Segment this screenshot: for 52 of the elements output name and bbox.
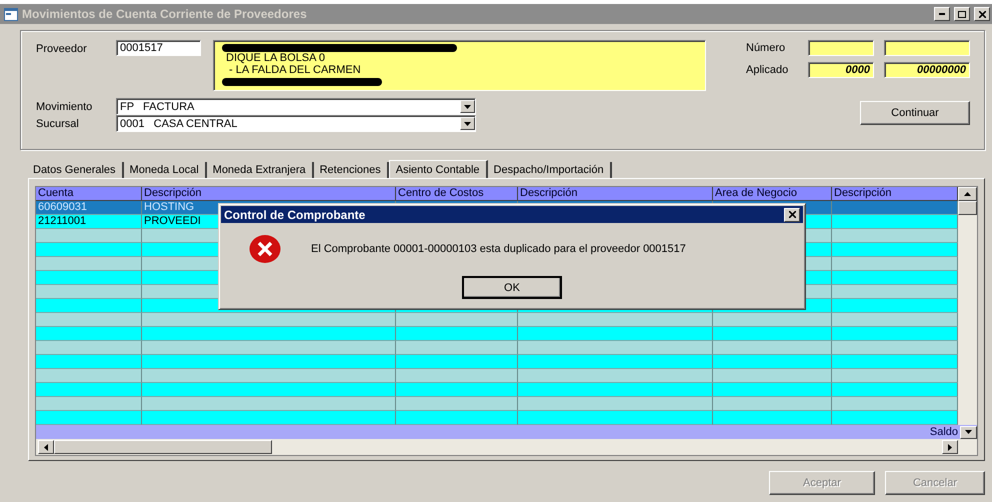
window-title: Movimientos de Cuenta Corriente de Proveedores [22, 7, 308, 21]
dropdown-arrow-icon [464, 122, 471, 126]
column-header[interactable]: Cuenta [36, 187, 142, 201]
field-label: Sucursal [36, 117, 80, 130]
column-header[interactable]: Descripción [518, 187, 713, 201]
column-header[interactable]: Centro de Costos [396, 187, 518, 201]
tab[interactable]: Moneda Extranjera [206, 162, 314, 178]
table-cell: 21211001 [36, 215, 142, 229]
number-field[interactable] [884, 40, 970, 56]
field-label: Movimiento [36, 100, 94, 113]
error-message: El Comprobante 00001-00000103 esta duplicado para el proveedor 0001517 [311, 243, 686, 255]
scroll-up-button[interactable] [958, 187, 977, 201]
tab[interactable]: Retenciones [314, 162, 389, 178]
dropdown-arrow-icon [965, 430, 972, 434]
maximize-icon [958, 10, 966, 18]
supplier-code-field[interactable]: 0001517 [116, 40, 201, 56]
horizontal-scrollbar[interactable] [36, 439, 977, 455]
left-arrow-icon [44, 444, 48, 450]
up-arrow-icon [964, 192, 971, 196]
dropdown-button[interactable] [960, 426, 977, 438]
column-header[interactable]: Area de Negocio [713, 187, 832, 201]
branch-select[interactable]: 0001 CASA CENTRAL [116, 115, 476, 132]
column-header[interactable]: Descripción [142, 187, 396, 201]
field-label: Aplicado [746, 64, 790, 76]
ok-button[interactable]: OK [462, 276, 562, 299]
tab[interactable]: Asiento Contable [388, 160, 488, 178]
tab[interactable]: Despacho/Importación [488, 162, 612, 178]
address-line: DIQUE LA BOLSA 0 [226, 53, 326, 64]
balance-label: Saldo [930, 426, 959, 438]
applied-field[interactable]: 0000 [808, 62, 874, 78]
close-button[interactable] [784, 208, 800, 222]
maximize-button[interactable] [954, 7, 970, 21]
number-field[interactable] [808, 40, 874, 56]
dropdown-arrow-icon [464, 104, 471, 108]
right-arrow-icon [948, 444, 952, 450]
address-line: - LA FALDA DEL CARMEN [228, 64, 362, 76]
close-icon [788, 211, 796, 218]
error-icon [249, 234, 281, 264]
field-label: Número [746, 42, 786, 54]
movement-select[interactable]: FP FACTURA [116, 98, 476, 115]
continue-button[interactable]: Continuar [860, 101, 970, 125]
close-icon [978, 10, 986, 18]
scroll-thumb[interactable] [958, 201, 977, 215]
close-button[interactable] [974, 7, 990, 21]
tab[interactable]: Moneda Local [124, 162, 207, 178]
minimize-button[interactable] [934, 7, 950, 21]
column-header[interactable]: Descripción [832, 187, 958, 201]
table-cell: 60609031 [36, 201, 142, 215]
window-icon [4, 8, 18, 20]
minimize-icon [939, 13, 945, 15]
applied-field[interactable]: 00000000 [884, 62, 970, 78]
field-label: Proveedor [36, 42, 88, 55]
